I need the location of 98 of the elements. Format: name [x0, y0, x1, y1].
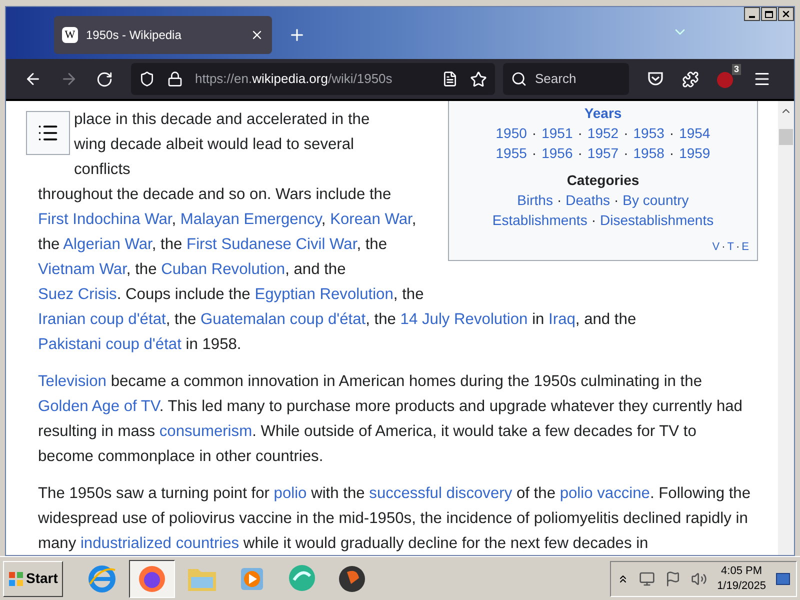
separator-dot: ·	[576, 124, 584, 143]
year-link[interactable]: 1954	[679, 123, 710, 143]
category-link[interactable]: Deaths	[566, 190, 610, 210]
article-link[interactable]: Television	[38, 373, 106, 390]
separator-dot: ·	[668, 124, 676, 143]
article-link[interactable]: Egyptian Revolution	[254, 286, 394, 303]
close-icon[interactable]	[778, 7, 794, 21]
article-link[interactable]: consumerism	[159, 423, 252, 440]
menu-icon[interactable]	[753, 70, 771, 88]
search-placeholder: Search	[535, 70, 576, 88]
article-link[interactable]: industrialized countries	[80, 535, 240, 552]
category-link[interactable]: Births	[517, 190, 553, 210]
scrollbar[interactable]	[778, 101, 794, 555]
article-link[interactable]: Vietnam War	[38, 261, 126, 278]
pocket-icon[interactable]	[647, 71, 664, 87]
forward-icon[interactable]	[60, 70, 78, 88]
year-link[interactable]: 1953	[633, 123, 664, 143]
navbox-heading: Years	[583, 104, 623, 123]
article-link[interactable]: First Sudanese Civil War	[186, 236, 357, 253]
show-desktop-icon[interactable]	[776, 572, 790, 584]
year-link[interactable]: 1957	[587, 143, 619, 163]
separator-dot: ·	[668, 144, 676, 163]
article-link[interactable]: Suez Crisis	[38, 286, 117, 303]
separator-dot: ·	[734, 240, 741, 254]
address-bar[interactable]: https://en.wikipedia.org/wiki/1950s	[131, 63, 495, 95]
article-link[interactable]: Malayan Emergency	[180, 211, 322, 228]
article-text: Iranian coup d'état, the Guatemalan coup d'état, the 14 July Revolution in Iraq, and the Pakistani coup d'état in 1958.	[38, 310, 638, 355]
article-link[interactable]: polio	[274, 485, 307, 502]
windows-logo-icon	[8, 570, 24, 586]
clock-date: 1/19/2025	[717, 578, 766, 594]
shield-icon	[139, 71, 155, 87]
year-link[interactable]: 1955	[496, 143, 527, 163]
search-field[interactable]: Search	[503, 63, 629, 95]
taskbar-app-button[interactable]	[128, 560, 175, 598]
url-text: https://en.wikipedia.org/wiki/1950s	[195, 70, 394, 88]
category-link[interactable]: Disestablishments	[600, 210, 714, 230]
separator-dot: ·	[530, 124, 538, 143]
navbox-view-link[interactable]: V	[712, 240, 720, 254]
article-text: place in this decade and accelerated in the wing decade albeit would lead to several conflicts	[74, 110, 371, 180]
article-link[interactable]: Guatemalan coup d'état	[200, 311, 366, 328]
search-icon	[511, 71, 527, 87]
year-link[interactable]: 1950	[496, 123, 527, 143]
separator-dot: ·	[576, 144, 584, 163]
table-of-contents-button[interactable]	[26, 111, 70, 155]
year-link[interactable]: 1958	[633, 143, 664, 163]
article-text: Television became a common innovation in American homes during the 1950s culminating in the Golden Age of TV. This led many to purchase more products and upgrade whatever they currently had resulting in mass consumerism. While outside of America, it would take a few decades for TV to become commonplace in other countries.	[38, 372, 744, 467]
separator-dot: ·	[613, 191, 620, 210]
article-link[interactable]: Iranian coup d'état	[38, 311, 166, 328]
navbox-heading: Categories	[566, 171, 640, 190]
extension-badge: 3	[732, 64, 741, 75]
year-link[interactable]: 1956	[542, 143, 573, 163]
wikipedia-logo-icon: W	[62, 27, 78, 43]
browser-logo-icon	[136, 564, 167, 594]
article-link[interactable]: polio vaccine	[560, 485, 650, 502]
separator-dot: ·	[530, 144, 538, 163]
article-text: throughout the decade and so on. Wars include the First Indochina War, Malayan Emergency, Korean War, the Algerian War, the First Sudanese Civil War, the Vietnam War, the Cuban Revolution, and the Suez Crisis. Coups include the Egyptian Revolution, the	[38, 185, 425, 305]
separator-dot: ·	[590, 211, 597, 230]
reload-icon[interactable]	[96, 70, 113, 88]
article-link[interactable]: Korean War	[330, 211, 412, 228]
minimize-icon[interactable]	[744, 7, 760, 21]
clock-time: 4:05 PM	[721, 564, 762, 578]
article-link[interactable]: Iraq	[548, 311, 576, 328]
extensions-icon[interactable]	[682, 70, 699, 88]
article-link[interactable]: Pakistani coup d'état	[38, 336, 182, 353]
year-link[interactable]: 1951	[542, 123, 573, 143]
article-link[interactable]: Golden Age of TV	[38, 398, 160, 415]
lock-icon	[167, 71, 183, 87]
volume-icon[interactable]	[691, 570, 708, 586]
tab-title: 1950s - Wikipedia	[86, 27, 182, 44]
article-link[interactable]: successful discovery	[369, 485, 512, 502]
article-link[interactable]: First Indochina War	[38, 211, 172, 228]
navbox-view-link[interactable]: E	[742, 240, 749, 254]
separator-dot: ·	[720, 240, 726, 254]
article-link[interactable]: 14 July Revolution	[400, 311, 528, 328]
scrollbar-thumb[interactable]	[779, 129, 793, 145]
bookmark-star-icon[interactable]	[470, 70, 487, 88]
new-tab-icon[interactable]	[288, 26, 306, 44]
separator-dot: ·	[622, 144, 630, 163]
category-link[interactable]: Establishments	[492, 210, 588, 230]
bird-logo-icon	[336, 564, 367, 594]
reader-view-icon[interactable]	[442, 71, 458, 87]
back-icon[interactable]	[24, 70, 42, 88]
browser-tab[interactable]: W 1950s - Wikipedia	[54, 16, 272, 54]
year-link[interactable]: 1959	[679, 143, 710, 163]
network-icon[interactable]	[639, 570, 656, 586]
navbox-view-link[interactable]: T	[727, 240, 734, 254]
separator-dot: ·	[622, 124, 630, 143]
article-text: The 1950s saw a turning point for polio with the successful discovery of the polio vaccine. Following the widespread use of poliovirus vaccine in the mid-1950s, the incidence of poliomyelitis declined rapidly in many industrialized countries while it would gradually decline for the next few decades in	[38, 484, 752, 554]
category-link[interactable]: By country	[622, 190, 689, 210]
separator-dot: ·	[556, 191, 563, 210]
start-button[interactable]: Start	[3, 560, 63, 596]
article-link[interactable]: Cuban Revolution	[161, 261, 286, 278]
e-logo-icon	[86, 564, 117, 594]
maximize-icon[interactable]	[761, 7, 777, 21]
close-icon[interactable]	[250, 28, 264, 42]
year-link[interactable]: 1952	[587, 123, 619, 143]
article-link[interactable]: Algerian War	[63, 236, 152, 253]
flag-icon[interactable]	[665, 570, 682, 586]
